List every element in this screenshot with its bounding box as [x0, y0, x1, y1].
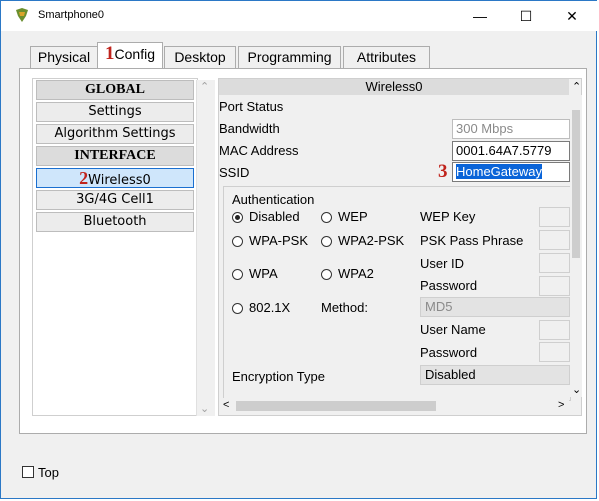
tab-attributes[interactable]: Attributes [343, 46, 430, 68]
bandwidth-field: 300 Mbps [452, 119, 570, 139]
psk-pass-phrase-label: PSK Pass Phrase [420, 233, 524, 248]
password2-field[interactable] [539, 342, 570, 362]
authentication-label: Authentication [232, 192, 315, 207]
radio-disabled[interactable] [232, 212, 243, 223]
tab-config[interactable]: 1Config [97, 42, 163, 69]
wep-key-label: WEP Key [420, 209, 476, 224]
radio-wpa-psk-label: WPA-PSK [249, 233, 308, 248]
radio-wpa[interactable] [232, 269, 243, 280]
hscroll-right-icon[interactable]: > [558, 399, 564, 411]
method-select[interactable]: MD5 [420, 297, 570, 317]
radio-wpa2[interactable] [321, 269, 332, 280]
user-name-field[interactable] [539, 320, 570, 340]
password2-label: Password [420, 345, 478, 360]
app-icon [16, 8, 28, 22]
vscroll-down-icon[interactable]: ⌄ [572, 383, 581, 396]
method-label: Method: [321, 300, 368, 315]
minimize-button[interactable]: — [457, 1, 503, 31]
tab-programming[interactable]: Programming [238, 46, 341, 68]
radio-wep[interactable] [321, 212, 332, 223]
top-checkbox[interactable] [22, 466, 34, 478]
horizontal-scroll-thumb[interactable] [236, 401, 436, 411]
sidebar-item-wireless0[interactable]: 2Wireless0 [36, 168, 194, 188]
radio-disabled-label: Disabled [249, 209, 300, 224]
scroll-down-icon[interactable]: ⌄ [200, 402, 209, 415]
radio-wep-label: WEP [338, 209, 368, 224]
annotation-2: 2 [79, 168, 89, 188]
ssid-label: SSID [219, 165, 250, 180]
mac-address-label: MAC Address [219, 143, 299, 158]
password-label: Password [420, 278, 478, 293]
scroll-up-icon[interactable]: ⌃ [200, 80, 209, 93]
close-button[interactable]: ✕ [549, 1, 595, 31]
encryption-type-label: Encryption Type [232, 369, 325, 384]
sidebar-scrollbar[interactable] [196, 80, 215, 416]
user-id-field[interactable] [539, 253, 570, 273]
top-checkbox-label: Top [38, 465, 59, 480]
tab-physical[interactable]: Physical [30, 46, 98, 68]
tab-desktop[interactable]: Desktop [164, 46, 236, 68]
radio-wpa-psk[interactable] [232, 236, 243, 247]
radio-wpa2-psk-label: WPA2-PSK [338, 233, 405, 248]
password-field[interactable] [539, 276, 570, 296]
port-status-label: Port Status [219, 99, 284, 114]
sidebar-header-global: GLOBAL [36, 80, 194, 100]
sidebar-header-interface: INTERFACE [36, 146, 194, 166]
user-name-label: User Name [420, 322, 486, 337]
wep-key-field[interactable] [539, 207, 570, 227]
interface-header: Wireless0 [219, 79, 569, 95]
maximize-button[interactable]: ☐ [503, 1, 549, 31]
annotation-3: 3 [438, 161, 448, 182]
sidebar-item-algorithm-settings[interactable]: Algorithm Settings [36, 124, 194, 144]
psk-pass-phrase-field[interactable] [539, 230, 570, 250]
vscroll-up-icon[interactable]: ⌃ [572, 80, 581, 93]
tab-config-label: Config [114, 46, 155, 62]
radio-wpa-label: WPA [249, 266, 278, 281]
ssid-field[interactable]: HomeGateway [452, 162, 570, 182]
sidebar-item-wireless0-label: Wireless0 [88, 173, 151, 188]
radio-wpa2-psk[interactable] [321, 236, 332, 247]
window-title: Smartphone0 [38, 9, 105, 21]
radio-8021x[interactable] [232, 303, 243, 314]
hscroll-left-icon[interactable]: < [223, 399, 229, 411]
ssid-selected-text: HomeGateway [456, 164, 542, 179]
sidebar-item-3g4g-cell1[interactable]: 3G/4G Cell1 [36, 190, 194, 210]
radio-wpa2-label: WPA2 [338, 266, 374, 281]
mac-address-field[interactable]: 0001.64A7.5779 [452, 141, 570, 161]
bandwidth-label: Bandwidth [219, 121, 280, 136]
vertical-scroll-thumb[interactable] [572, 110, 580, 258]
radio-8021x-label: 802.1X [249, 300, 291, 315]
user-id-label: User ID [420, 256, 465, 271]
encryption-type-select[interactable]: Disabled [420, 365, 570, 385]
sidebar-item-bluetooth[interactable]: Bluetooth [36, 212, 194, 232]
annotation-1: 1 [105, 43, 115, 64]
sidebar-item-settings[interactable]: Settings [36, 102, 194, 122]
